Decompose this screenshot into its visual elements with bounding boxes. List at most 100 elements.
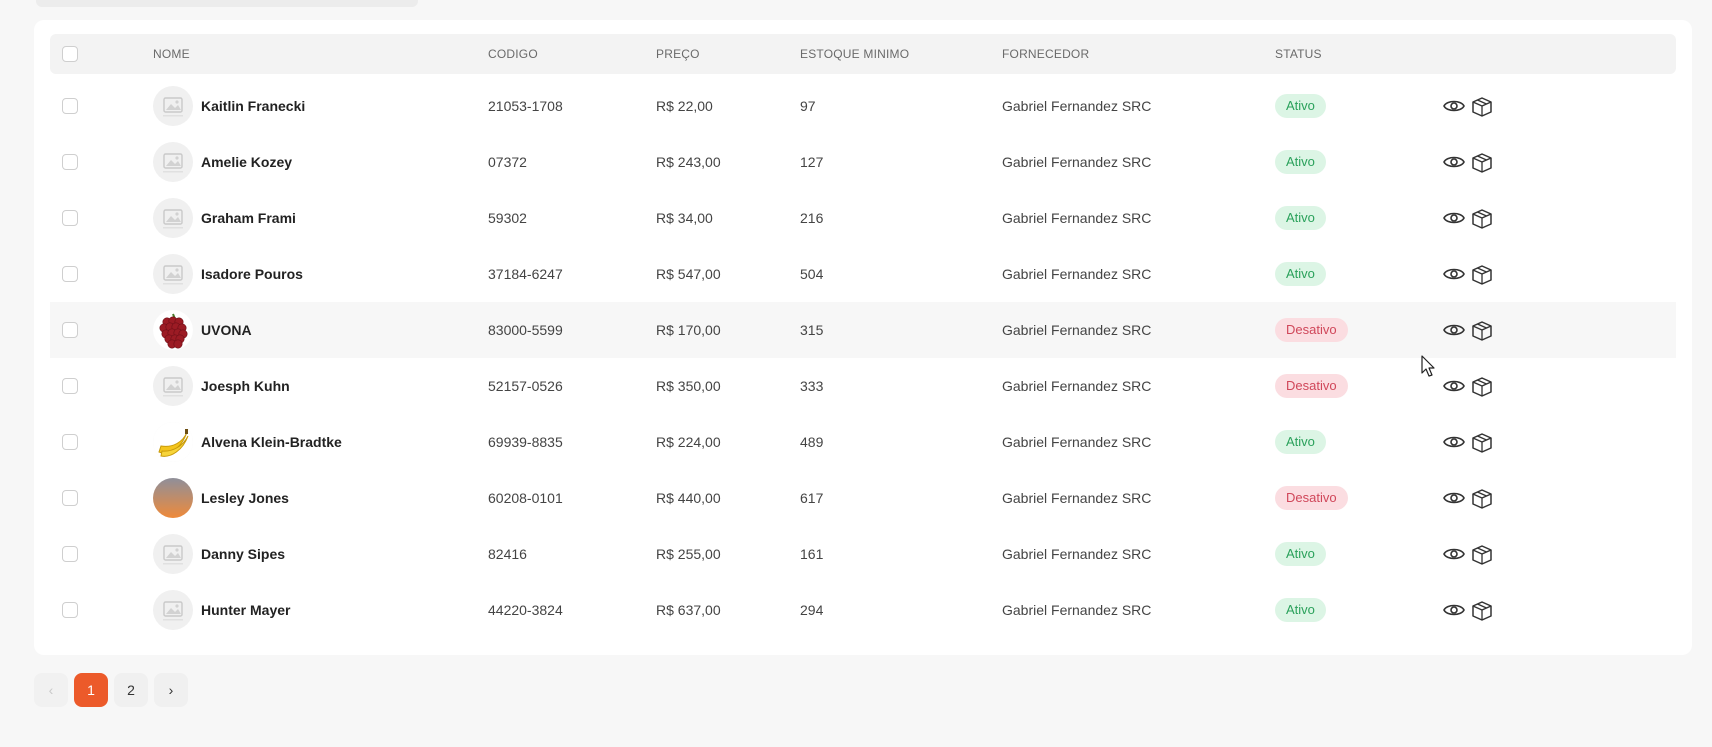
eye-icon[interactable] [1442, 431, 1466, 453]
box-icon[interactable] [1470, 543, 1494, 565]
next-page-button[interactable]: › [154, 673, 188, 707]
header-min-stock: ESTOQUE MINIMO [800, 47, 910, 61]
banana-image [153, 422, 193, 462]
box-icon[interactable] [1470, 599, 1494, 621]
product-code: 69939-8835 [488, 434, 563, 450]
eye-icon[interactable] [1442, 375, 1466, 397]
status-badge: Ativo [1275, 262, 1326, 286]
row-checkbox[interactable] [62, 378, 78, 394]
header-status: STATUS [1275, 47, 1322, 61]
product-code: 52157-0526 [488, 378, 563, 394]
product-price: R$ 440,00 [656, 490, 721, 506]
placeholder-image [153, 86, 193, 126]
box-icon[interactable] [1470, 95, 1494, 117]
product-name: Isadore Pouros [201, 266, 303, 282]
status-badge: Ativo [1275, 206, 1326, 230]
product-code: 21053-1708 [488, 98, 563, 114]
table-row[interactable]: UVONA 83000-5599 R$ 170,00 315 Gabriel Ferna… [50, 302, 1676, 358]
box-icon[interactable] [1470, 263, 1494, 285]
eye-icon[interactable] [1442, 599, 1466, 621]
product-price: R$ 170,00 [656, 322, 721, 338]
placeholder-image [153, 534, 193, 574]
product-name: UVONA [201, 322, 252, 338]
grapes-image [153, 310, 193, 350]
product-min-stock: 97 [800, 98, 816, 114]
product-name: Alvena Klein-Bradtke [201, 434, 342, 450]
eye-icon[interactable] [1442, 263, 1466, 285]
product-price: R$ 243,00 [656, 154, 721, 170]
status-badge: Ativo [1275, 542, 1326, 566]
product-price: R$ 350,00 [656, 378, 721, 394]
product-supplier: Gabriel Fernandez SRC [1002, 490, 1152, 506]
table-header: NOME CODIGO PREÇO ESTOQUE MINIMO FORNECE… [50, 34, 1676, 74]
product-min-stock: 315 [800, 322, 824, 338]
prev-page-button[interactable]: ‹ [34, 673, 68, 707]
product-price: R$ 255,00 [656, 546, 721, 562]
product-supplier: Gabriel Fernandez SRC [1002, 322, 1152, 338]
table-row[interactable]: Lesley Jones 60208-0101 R$ 440,00 617 Gabrie… [50, 470, 1676, 526]
product-code: 59302 [488, 210, 527, 226]
box-icon[interactable] [1470, 319, 1494, 341]
header-supplier: FORNECEDOR [1002, 47, 1090, 61]
box-icon[interactable] [1470, 431, 1494, 453]
product-name: Amelie Kozey [201, 154, 293, 170]
product-supplier: Gabriel Fernandez SRC [1002, 98, 1152, 114]
product-name: Lesley Jones [201, 490, 289, 506]
table-row[interactable]: Danny Sipes 82416 R$ 255,00 161 Gabriel Fern… [50, 526, 1676, 582]
table-row[interactable]: Alvena Klein-Bradtke 69939-8835 R$ 224,00 4… [50, 414, 1676, 470]
product-supplier: Gabriel Fernandez SRC [1002, 210, 1152, 226]
product-code: 07372 [488, 154, 527, 170]
row-checkbox[interactable] [62, 602, 78, 618]
product-code: 37184-6247 [488, 266, 563, 282]
table-row[interactable]: Isadore Pouros 37184-6247 R$ 547,00 504 Gabr… [50, 246, 1676, 302]
product-code: 82416 [488, 546, 527, 562]
product-min-stock: 216 [800, 210, 824, 226]
row-checkbox[interactable] [62, 154, 78, 170]
header-name: NOME [153, 47, 190, 61]
product-supplier: Gabriel Fernandez SRC [1002, 378, 1152, 394]
gradient-image [153, 478, 193, 518]
product-price: R$ 22,00 [656, 98, 713, 114]
placeholder-image [153, 198, 193, 238]
page-2-button[interactable]: 2 [114, 673, 148, 707]
status-badge: Ativo [1275, 598, 1326, 622]
product-supplier: Gabriel Fernandez SRC [1002, 434, 1152, 450]
product-min-stock: 161 [800, 546, 824, 562]
placeholder-image [153, 590, 193, 630]
product-min-stock: 504 [800, 266, 824, 282]
product-name: Danny Sipes [201, 546, 286, 562]
status-badge: Desativo [1275, 374, 1348, 398]
row-checkbox[interactable] [62, 490, 78, 506]
box-icon[interactable] [1470, 207, 1494, 229]
row-checkbox[interactable] [62, 546, 78, 562]
product-price: R$ 547,00 [656, 266, 721, 282]
placeholder-image [153, 254, 193, 294]
product-code: 60208-0101 [488, 490, 563, 506]
eye-icon[interactable] [1442, 543, 1466, 565]
page-1-button[interactable]: 1 [74, 673, 108, 707]
box-icon[interactable] [1470, 375, 1494, 397]
table-row[interactable]: Amelie Kozey 07372 R$ 243,00 127 Gabriel Fer… [50, 134, 1676, 190]
eye-icon[interactable] [1442, 319, 1466, 341]
row-checkbox[interactable] [62, 434, 78, 450]
box-icon[interactable] [1470, 487, 1494, 509]
product-name: Hunter Mayer [201, 602, 291, 618]
row-checkbox[interactable] [62, 98, 78, 114]
status-badge: Ativo [1275, 94, 1326, 118]
eye-icon[interactable] [1442, 487, 1466, 509]
row-checkbox[interactable] [62, 322, 78, 338]
product-min-stock: 489 [800, 434, 824, 450]
eye-icon[interactable] [1442, 151, 1466, 173]
product-supplier: Gabriel Fernandez SRC [1002, 266, 1152, 282]
eye-icon[interactable] [1442, 207, 1466, 229]
row-checkbox[interactable] [62, 266, 78, 282]
table-row[interactable]: Graham Frami 59302 R$ 34,00 216 Gabriel Fern… [50, 190, 1676, 246]
product-code: 83000-5599 [488, 322, 563, 338]
table-row[interactable]: Kaitlin Franecki 21053-1708 R$ 22,00 97 Gabr… [50, 78, 1676, 134]
row-checkbox[interactable] [62, 210, 78, 226]
select-all-checkbox[interactable] [62, 46, 78, 62]
product-supplier: Gabriel Fernandez SRC [1002, 546, 1152, 562]
table-row[interactable]: Hunter Mayer 44220-3824 R$ 637,00 294 Gabrie… [50, 582, 1676, 638]
eye-icon[interactable] [1442, 95, 1466, 117]
box-icon[interactable] [1470, 151, 1494, 173]
